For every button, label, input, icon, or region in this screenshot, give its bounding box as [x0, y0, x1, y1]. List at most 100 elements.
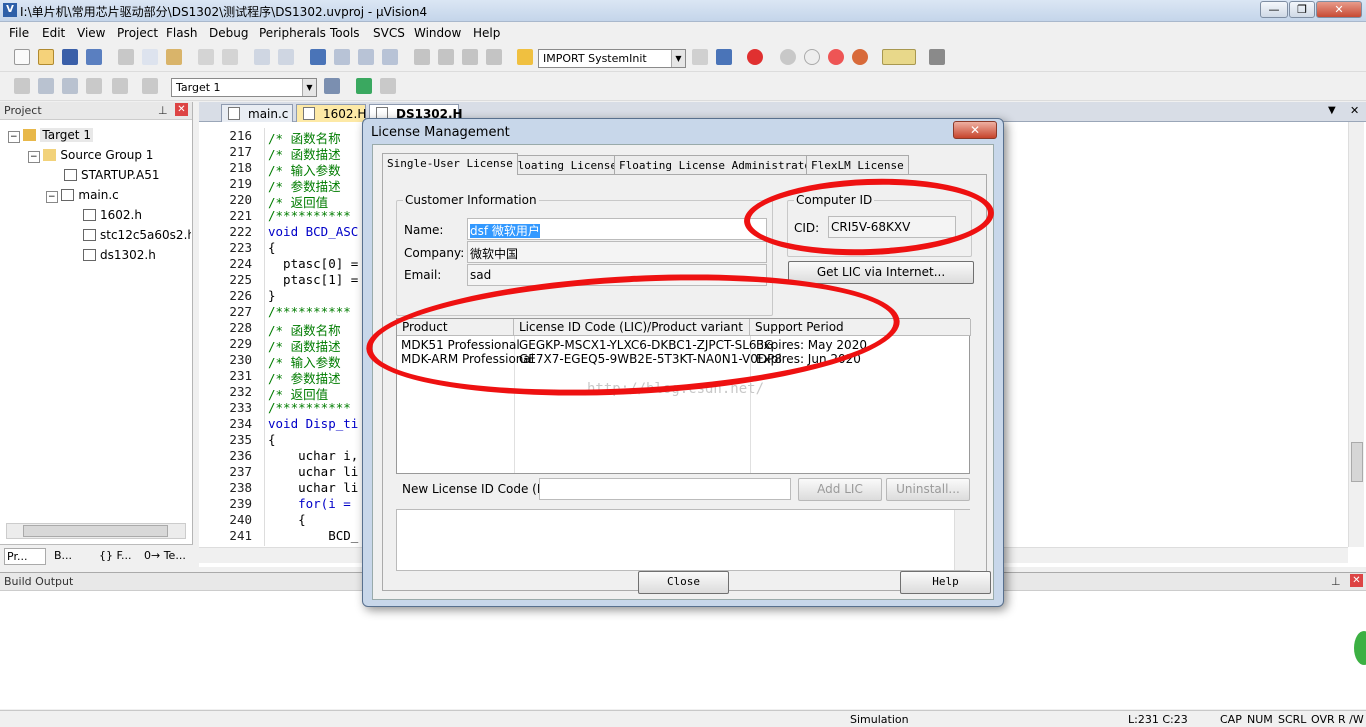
code-line[interactable]: void BCD_ASC — [268, 224, 358, 239]
comment-icon[interactable] — [462, 49, 478, 65]
project-hscrollbar[interactable] — [6, 523, 186, 539]
editor-vscrollbar[interactable] — [1348, 122, 1364, 547]
undo-icon[interactable] — [198, 49, 214, 65]
code-line[interactable]: uchar li — [268, 480, 358, 495]
tab-templates[interactable]: 0→ Te... — [142, 548, 190, 563]
tree-file[interactable]: 1602.h — [83, 208, 142, 222]
menu-window[interactable]: Window — [414, 26, 461, 40]
code-line[interactable]: ptasc[0] = — [268, 256, 358, 271]
tree-source-group[interactable]: − Source Group 1 — [28, 148, 153, 163]
menu-peripherals[interactable]: Peripherals — [259, 26, 326, 40]
close-panel-icon[interactable]: ✕ — [175, 103, 188, 116]
indent-icon[interactable] — [414, 49, 430, 65]
build-icon[interactable] — [38, 78, 54, 94]
code-line[interactable]: for(i = — [268, 496, 351, 511]
unindent-icon[interactable] — [438, 49, 454, 65]
manage-components-icon[interactable] — [356, 78, 372, 94]
scroll-thumb[interactable] — [1351, 442, 1363, 482]
nav-forward-icon[interactable] — [278, 49, 294, 65]
tab-floating-license[interactable]: Floating License — [506, 155, 622, 174]
redo-icon[interactable] — [222, 49, 238, 65]
chevron-down-icon[interactable]: ▼ — [302, 79, 316, 96]
translate-icon[interactable] — [14, 78, 30, 94]
batch-build-icon[interactable] — [86, 78, 102, 94]
tree-file[interactable]: STARTUP.A51 — [64, 168, 159, 182]
tab-floating-license-admin[interactable]: Floating License Administrator — [614, 155, 823, 174]
code-line[interactable]: { — [268, 432, 276, 447]
find-in-files-icon[interactable] — [517, 49, 533, 65]
tab-project[interactable]: Pr... — [4, 548, 46, 565]
open-file-icon[interactable] — [38, 49, 54, 65]
code-line[interactable]: uchar li — [268, 464, 358, 479]
window-layout-icon[interactable] — [882, 49, 916, 65]
chevron-down-icon[interactable]: ▼ — [671, 50, 685, 67]
disable-breakpoint-icon[interactable] — [804, 49, 820, 65]
debug-session-icon[interactable] — [747, 49, 763, 65]
code-line[interactable]: { — [268, 240, 276, 255]
tab-single-user-license[interactable]: Single-User License — [382, 153, 518, 175]
tab-list-icon[interactable]: ▼ — [1328, 105, 1336, 116]
code-line[interactable]: /********** — [268, 400, 351, 415]
nav-back-icon[interactable] — [254, 49, 270, 65]
menu-edit[interactable]: Edit — [42, 26, 65, 40]
menu-tools[interactable]: Tools — [330, 26, 360, 40]
tree-file[interactable]: stc12c5a60s2.h — [83, 228, 191, 242]
function-combo[interactable]: IMPORT SystemInit ▼ — [538, 49, 686, 68]
rebuild-icon[interactable] — [62, 78, 78, 94]
clear-bookmarks-icon[interactable] — [382, 49, 398, 65]
scroll-thumb[interactable] — [23, 525, 168, 537]
close-panel-icon[interactable]: ✕ — [1350, 574, 1363, 587]
load-icon[interactable] — [142, 78, 158, 94]
kill-breakpoints-icon[interactable] — [852, 49, 868, 65]
save-all-icon[interactable] — [86, 49, 102, 65]
tab-books[interactable]: B... — [52, 548, 92, 563]
select-packs-icon[interactable] — [380, 78, 396, 94]
paste-icon[interactable] — [166, 49, 182, 65]
code-line[interactable]: /********** — [268, 304, 351, 319]
code-line[interactable]: { — [268, 512, 306, 527]
help-button[interactable]: Help — [900, 571, 991, 594]
get-lic-button[interactable]: Get LIC via Internet... — [788, 261, 974, 284]
tab-functions[interactable]: {} F... — [97, 548, 137, 563]
new-lic-input[interactable] — [539, 478, 791, 500]
menu-help[interactable]: Help — [473, 26, 500, 40]
pin-icon[interactable]: ⊥ — [1331, 575, 1341, 588]
menu-project[interactable]: Project — [117, 26, 158, 40]
menu-view[interactable]: View — [77, 26, 105, 40]
save-icon[interactable] — [62, 49, 78, 65]
code-line[interactable]: } — [268, 288, 276, 303]
close-window-button[interactable]: ✕ — [1316, 1, 1362, 18]
close-tab-icon[interactable]: ✕ — [1350, 104, 1359, 117]
tree-file[interactable]: − main.c — [46, 188, 119, 203]
prev-bookmark-icon[interactable] — [334, 49, 350, 65]
company-field[interactable]: 微软中国 — [467, 241, 767, 263]
code-line[interactable]: /********** — [268, 208, 351, 223]
breakpoint-icon[interactable] — [780, 49, 796, 65]
next-bookmark-icon[interactable] — [358, 49, 374, 65]
menu-svcs[interactable]: SVCS — [373, 26, 405, 40]
clear-breakpoints-icon[interactable] — [828, 49, 844, 65]
cut-icon[interactable] — [118, 49, 134, 65]
incremental-find-icon[interactable] — [716, 49, 732, 65]
tree-target[interactable]: − Target 1 — [8, 128, 93, 143]
dialog-close-button[interactable]: ✕ — [953, 121, 997, 139]
bookmark-icon[interactable] — [310, 49, 326, 65]
copy-icon[interactable] — [142, 49, 158, 65]
tab-flexlm-license[interactable]: FlexLM License — [806, 155, 909, 174]
stop-build-icon[interactable] — [112, 78, 128, 94]
menu-flash[interactable]: Flash — [166, 26, 197, 40]
uncomment-icon[interactable] — [486, 49, 502, 65]
tab-1602-h[interactable]: 1602.H — [296, 104, 366, 122]
pin-icon[interactable]: ⊥ — [158, 104, 168, 117]
close-button[interactable]: Close — [638, 571, 729, 594]
uninstall-button[interactable]: Uninstall... — [886, 478, 970, 501]
code-line[interactable]: BCD_ — [268, 528, 358, 543]
minimize-button[interactable]: — — [1260, 1, 1288, 18]
code-line[interactable]: ptasc[1] = — [268, 272, 358, 287]
configure-icon[interactable] — [929, 49, 945, 65]
tab-main-c[interactable]: main.c — [221, 104, 293, 122]
target-combo[interactable]: Target 1 ▼ — [171, 78, 317, 97]
find-icon[interactable] — [692, 49, 708, 65]
name-field[interactable]: dsf 微软用户 — [467, 218, 767, 240]
menu-file[interactable]: File — [9, 26, 29, 40]
